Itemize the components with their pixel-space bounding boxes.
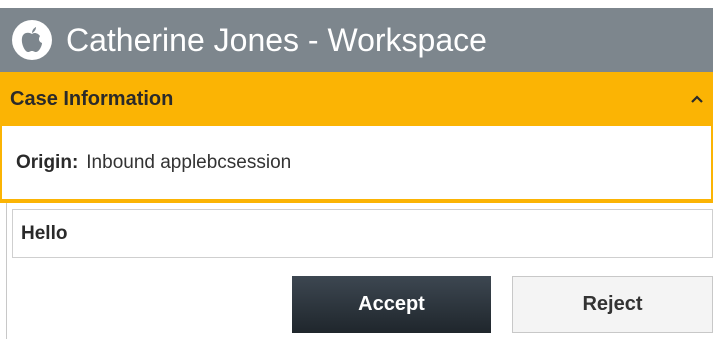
workspace-window: Catherine Jones - Workspace Case Informa… bbox=[0, 0, 713, 339]
chevron-up-icon[interactable] bbox=[689, 91, 705, 107]
window-title: Catherine Jones - Workspace bbox=[66, 21, 487, 58]
origin-value: Inbound applebcsession bbox=[86, 151, 292, 173]
message-preview: Hello bbox=[12, 209, 713, 258]
case-information-body: Origin: Inbound applebcsession bbox=[0, 126, 713, 203]
accept-button[interactable]: Accept bbox=[292, 276, 491, 333]
origin-label: Origin: bbox=[16, 151, 79, 173]
case-information-panel: Case Information Origin: Inbound applebc… bbox=[0, 72, 713, 203]
reject-button[interactable]: Reject bbox=[512, 276, 713, 333]
title-bar: Catherine Jones - Workspace bbox=[0, 8, 713, 72]
divider bbox=[6, 203, 7, 339]
message-text: Hello bbox=[21, 222, 68, 244]
apple-icon bbox=[12, 20, 52, 60]
case-information-header[interactable]: Case Information bbox=[0, 72, 713, 126]
case-information-title: Case Information bbox=[10, 87, 174, 110]
